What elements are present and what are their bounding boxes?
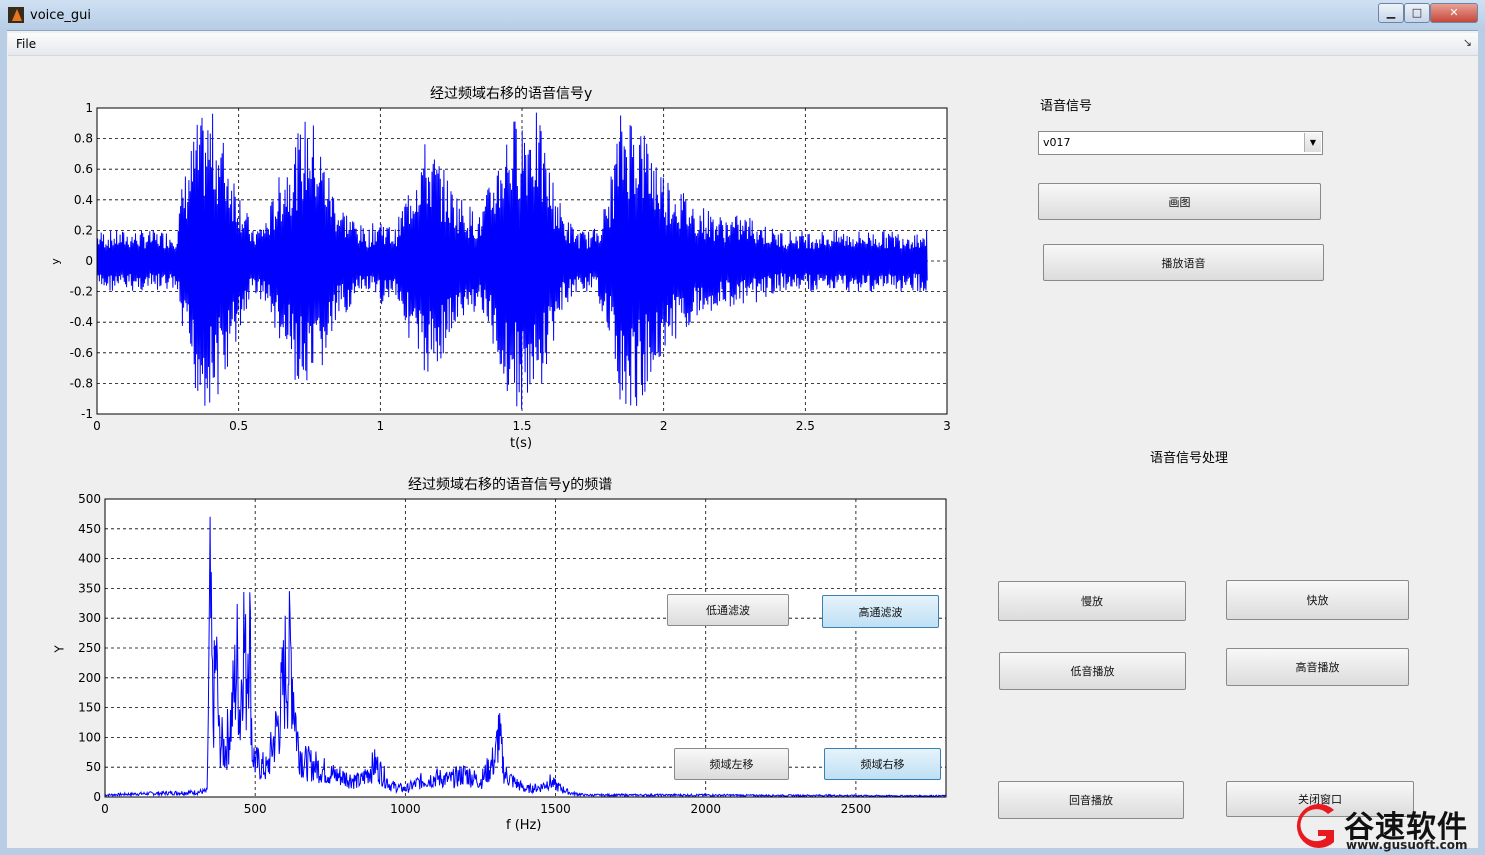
x-tick-label: 0 (101, 802, 109, 816)
y-tick-label: 100 (78, 730, 101, 744)
y-tick-label: 0.8 (74, 132, 93, 146)
x-tick-label: 0 (93, 419, 101, 433)
y-tick-label: 400 (78, 552, 101, 566)
shift-left-button[interactable]: 频域左移 (674, 748, 789, 780)
plot2-xlabel: f (Hz) (506, 818, 542, 833)
play-voice-button[interactable]: 播放语音 (1043, 244, 1324, 281)
low-pitch-play-button[interactable]: 低音播放 (999, 652, 1186, 690)
slow-play-button[interactable]: 慢放 (998, 581, 1186, 621)
y-tick-label: 350 (78, 581, 101, 595)
x-tick-label: 2.5 (796, 419, 815, 433)
plot1-ylabel: y (48, 258, 62, 265)
chevron-down-icon[interactable]: ▼ (1304, 133, 1321, 152)
lowpass-filter-button[interactable]: 低通滤波 (667, 594, 789, 626)
plot2-ylabel: Y (52, 645, 67, 653)
processing-label: 语音信号处理 (1150, 451, 1229, 466)
echo-play-button[interactable]: 回音播放 (998, 781, 1184, 819)
y-tick-label: -1 (81, 407, 93, 421)
y-tick-label: -0.4 (70, 315, 93, 329)
highpass-filter-button[interactable]: 高通滤波 (822, 595, 939, 628)
watermark: 谷速软件 www.gusuoft.com (1286, 800, 1485, 855)
y-tick-label: 1 (85, 101, 93, 115)
x-tick-label: 500 (244, 802, 267, 816)
draw-button[interactable]: 画图 (1038, 183, 1321, 220)
fast-play-button[interactable]: 快放 (1226, 580, 1409, 620)
y-tick-label: 0 (85, 254, 93, 268)
watermark-url: www.gusuoft.com (1346, 838, 1468, 852)
y-tick-label: 0.4 (74, 193, 93, 207)
high-pitch-play-button[interactable]: 高音播放 (1226, 648, 1409, 686)
x-tick-label: 1000 (390, 802, 421, 816)
x-tick-label: 2500 (841, 802, 872, 816)
plot2-title: 经过频域右移的语音信号y的频谱 (408, 477, 613, 493)
y-tick-label: 450 (78, 522, 101, 536)
y-tick-label: -0.6 (70, 346, 93, 360)
voice-signal-label: 语音信号 (1040, 99, 1093, 114)
y-tick-label: 150 (78, 701, 101, 715)
plot1-title: 经过频域右移的语音信号y (430, 86, 593, 102)
y-tick-label: 50 (86, 760, 101, 774)
plot1-xlabel: t(s) (510, 436, 533, 451)
y-tick-label: -0.8 (70, 376, 93, 390)
y-tick-label: 0.6 (74, 162, 93, 176)
y-tick-label: -0.2 (70, 285, 93, 299)
y-tick-label: 250 (78, 641, 101, 655)
x-tick-label: 1 (377, 419, 385, 433)
x-tick-label: 3 (943, 419, 951, 433)
voice-select[interactable]: v017 ▼ (1038, 131, 1323, 155)
time-domain-plot: 0 0.5 1 1.5 2 2.5 3 1 0.8 0.6 0.4 0.2 0 -0.2 -0.4 -0.6 -… (70, 101, 951, 433)
x-tick-label: 2000 (690, 802, 721, 816)
y-tick-label: 0 (93, 790, 101, 804)
plots-layer: 0 0.5 1 1.5 2 2.5 3 1 0.8 0.6 0.4 0.2 0 -0.2 -0.4 -0.6 -… (70, 101, 951, 816)
x-tick-label: 2 (660, 419, 668, 433)
x-tick-label: 1.5 (512, 419, 531, 433)
y-tick-label: 500 (78, 492, 101, 506)
x-tick-label: 1500 (540, 802, 571, 816)
y-tick-label: 200 (78, 671, 101, 685)
gusu-logo-icon (1296, 804, 1334, 848)
spectrum-plot: 0 500 1000 1500 2000 250050045040035030025020… (78, 492, 947, 816)
y-tick-label: 300 (78, 611, 101, 625)
shift-right-button[interactable]: 频域右移 (824, 748, 941, 780)
voice-select-value: v017 (1043, 136, 1071, 149)
y-tick-label: 0.2 (74, 223, 93, 237)
x-tick-label: 0.5 (229, 419, 248, 433)
